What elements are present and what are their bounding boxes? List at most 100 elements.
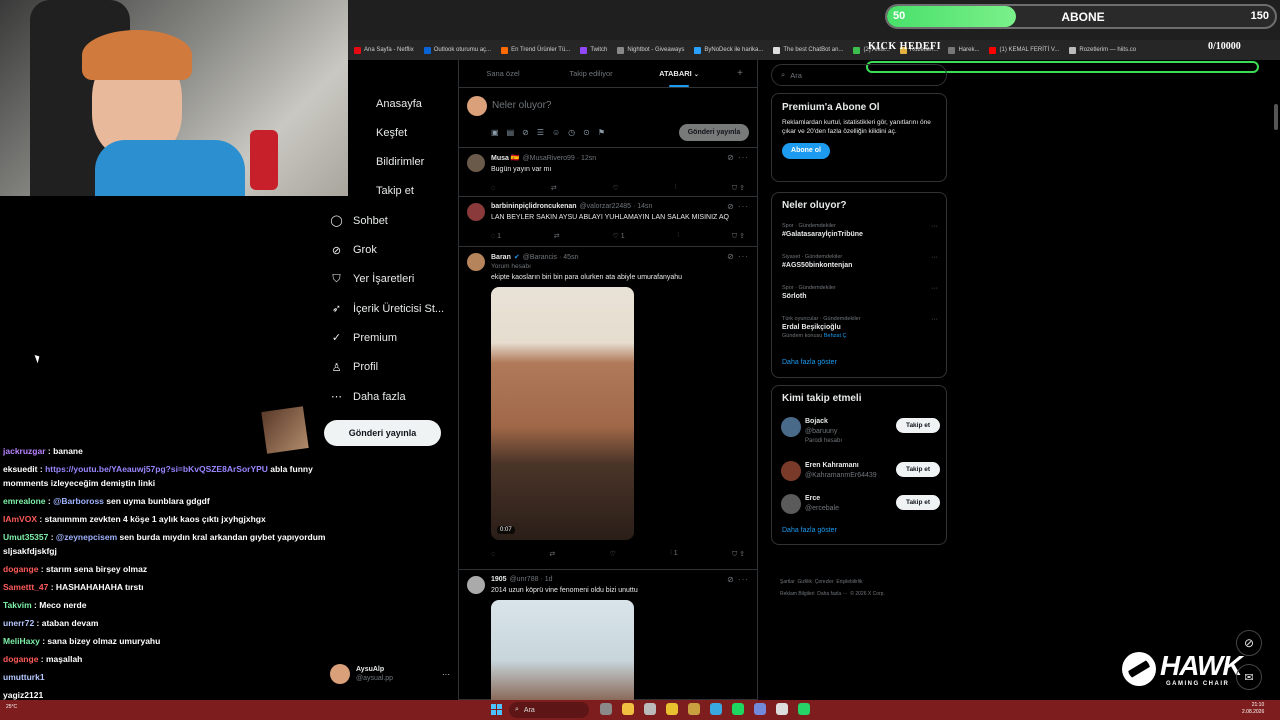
bookmark-item[interactable]: En Trend Ürünler Tü...: [501, 46, 570, 54]
chat-username[interactable]: jackruzgar: [3, 446, 46, 456]
chat-username[interactable]: IAmVOX: [3, 514, 37, 524]
chrome-icon[interactable]: [666, 703, 678, 715]
schedule-icon[interactable]: ◷: [568, 128, 575, 137]
chat-username[interactable]: eksuedit: [3, 464, 38, 474]
chat-username[interactable]: Samettt_47: [3, 582, 48, 592]
tweet-video[interactable]: 0:07: [491, 287, 634, 541]
tweet-image[interactable]: [491, 600, 634, 700]
more-icon[interactable]: ···: [931, 223, 938, 230]
chat-username[interactable]: Takvim: [3, 600, 32, 610]
trend-extra-link[interactable]: Behzat Ç: [824, 333, 847, 339]
trend-item[interactable]: Türk oyuncular · Gündemdekiler Erdal Beşi…: [782, 316, 938, 339]
grok-icon[interactable]: ⊘: [1236, 630, 1262, 656]
add-tab-icon[interactable]: +: [723, 68, 757, 79]
reply-icon[interactable]: ◌: [491, 551, 495, 558]
bookmark-item[interactable]: (1) KEMAL FERİTİ V...: [989, 46, 1059, 54]
poll-icon[interactable]: ☰: [537, 128, 544, 137]
more-icon[interactable]: ⊘ ···: [727, 153, 749, 162]
chat-username[interactable]: emrealone: [3, 496, 46, 506]
tweet-author[interactable]: Baran: [491, 254, 511, 261]
bookmark-item[interactable]: Rozetlerim — hiits.co: [1069, 46, 1136, 54]
tweet-author[interactable]: 1905: [491, 576, 507, 583]
sidebar-item-7[interactable]: ⛉ Yer İşaretleri: [330, 273, 414, 286]
flag-icon[interactable]: ⚑: [598, 128, 605, 137]
chat-username[interactable]: dogange: [3, 564, 38, 574]
steam-icon[interactable]: [776, 703, 788, 715]
file-explorer-icon[interactable]: [600, 703, 612, 715]
chat-username[interactable]: unerr72: [3, 618, 34, 628]
avatar[interactable]: [467, 253, 485, 271]
more-icon[interactable]: ⊘ ···: [727, 575, 749, 584]
tweet[interactable]: ⊘ ··· Baran ✔ @Barancis · 45sn Yorum hesabı e…: [459, 247, 757, 570]
suggest-name[interactable]: Bojack: [805, 417, 842, 427]
footer-line-2[interactable]: Reklam Bilgileri Daha fazla ··· © 2026 X…: [780, 591, 885, 597]
sidebar-item-11[interactable]: ⋯ Daha fazla: [330, 390, 406, 404]
avatar[interactable]: [467, 203, 485, 221]
tab-following[interactable]: Takip ediliyor: [547, 69, 635, 78]
sidebar-item-5[interactable]: ◯ Sohbet: [330, 214, 388, 228]
tweet-handle[interactable]: @valorzar22485 · 14sn: [580, 203, 653, 210]
trend-item[interactable]: Spor · Gündemdekiler Sörloth ···: [782, 285, 938, 300]
photos-icon[interactable]: [688, 703, 700, 715]
like-icon[interactable]: ♡: [610, 550, 616, 558]
more-icon[interactable]: ···: [442, 670, 450, 679]
bookmark-item[interactable]: Harek...: [948, 46, 979, 54]
tweet[interactable]: ⊘ ··· barbininpiçlidroncukenan @valorzar22…: [459, 197, 757, 247]
gif-icon[interactable]: ▤: [507, 128, 515, 137]
spotify-icon[interactable]: [732, 703, 744, 715]
follow-button[interactable]: Takip et: [896, 418, 940, 433]
tweet-handle[interactable]: @Barancis · 45sn: [523, 254, 579, 261]
suggest-name[interactable]: Eren Kahramanı: [805, 461, 877, 471]
sidebar-item-9[interactable]: ✓ Premium: [330, 331, 397, 345]
composer-post-button[interactable]: Gönderi yayınla: [679, 124, 749, 141]
follow-suggestion[interactable]: Bojack @baruuny Parodi hesabı Takip et: [772, 414, 948, 444]
chat-username[interactable]: MeliHaxy: [3, 636, 40, 646]
more-icon[interactable]: ⊘ ···: [727, 202, 749, 211]
bookmark-item[interactable]: Outlook oturumu aç...: [423, 46, 491, 54]
retweet-icon[interactable]: ⇄: [551, 184, 557, 192]
follow-button[interactable]: Takip et: [896, 495, 940, 510]
follow-more-link[interactable]: Daha fazla göster: [782, 527, 837, 534]
sidebar-item-2[interactable]: ⌕Keşfet: [353, 126, 407, 139]
trend-item[interactable]: Spor · Gündemdekiler #GalatasarayİçinTrib…: [782, 223, 938, 238]
avatar[interactable]: [781, 417, 801, 437]
avatar[interactable]: [467, 576, 485, 594]
messages-icon[interactable]: ✉: [1236, 664, 1262, 690]
tweet[interactable]: ⊘ ··· 1905 @unr788 · 1d 2014 uzun köprü vin…: [459, 570, 757, 700]
subscribe-button[interactable]: Abone ol: [782, 142, 830, 159]
like-icon[interactable]: ♡: [612, 184, 618, 192]
more-icon[interactable]: ···: [931, 316, 938, 323]
retweet-icon[interactable]: ⇄: [554, 232, 560, 240]
views-icon[interactable]: ⫶ 1: [670, 550, 678, 558]
bookmark-icon[interactable]: ⛉ ⇪: [732, 232, 745, 241]
tweet[interactable]: ⊘ ··· Musa 🇪🇸 @MusaRivero99 · 12sn Bugün ya…: [459, 148, 757, 197]
more-icon[interactable]: ⊘ ···: [727, 252, 749, 261]
trends-more-link[interactable]: Daha fazla göster: [782, 359, 837, 366]
post-button[interactable]: Gönderi yayınla: [324, 420, 441, 446]
chat-link[interactable]: https://youtu.be/YAeauwj57pg?si=bKvQSZE8…: [45, 464, 268, 474]
bookmark-item[interactable]: The best ChatBot an...: [773, 46, 843, 54]
folder-icon[interactable]: [622, 703, 634, 715]
avatar[interactable]: [781, 461, 801, 481]
reply-icon[interactable]: ◌: [491, 185, 495, 192]
reply-icon[interactable]: ◌ 1: [491, 233, 501, 240]
tweet-handle[interactable]: @MusaRivero99 · 12sn: [523, 155, 597, 162]
chat-username[interactable]: dogange: [3, 654, 38, 664]
bookmark-item[interactable]: Ana Sayfa - Netflix: [354, 46, 414, 54]
avatar[interactable]: [781, 494, 801, 514]
windows-start-icon[interactable]: [491, 704, 502, 715]
chat-username[interactable]: Umut35357: [3, 532, 48, 542]
sidebar-item-8[interactable]: ➶ İçerik Üreticisi St...: [330, 302, 444, 316]
tweet-author[interactable]: Musa 🇪🇸: [491, 154, 520, 162]
bookmark-item[interactable]: ByNoDeck ile harika...: [694, 46, 763, 54]
edge-icon[interactable]: [710, 703, 722, 715]
sidebar-item-10[interactable]: ♙ Profil: [330, 361, 379, 374]
sidebar-item-1[interactable]: ⌂Anasayfa: [353, 97, 422, 110]
footer-line-1[interactable]: Şartlar Gizlilik Çerezler Erişilebilirli…: [780, 579, 863, 585]
bookmark-icon[interactable]: ⛉ ⇪: [732, 550, 745, 559]
tab-for-you[interactable]: Sana özel: [459, 69, 547, 78]
emoji-icon[interactable]: ☺: [552, 128, 560, 137]
chat-username[interactable]: umutturk1: [3, 672, 45, 682]
bookmark-item[interactable]: Twitch: [580, 46, 607, 54]
tweet-author[interactable]: barbininpiçlidroncukenan: [491, 203, 577, 210]
